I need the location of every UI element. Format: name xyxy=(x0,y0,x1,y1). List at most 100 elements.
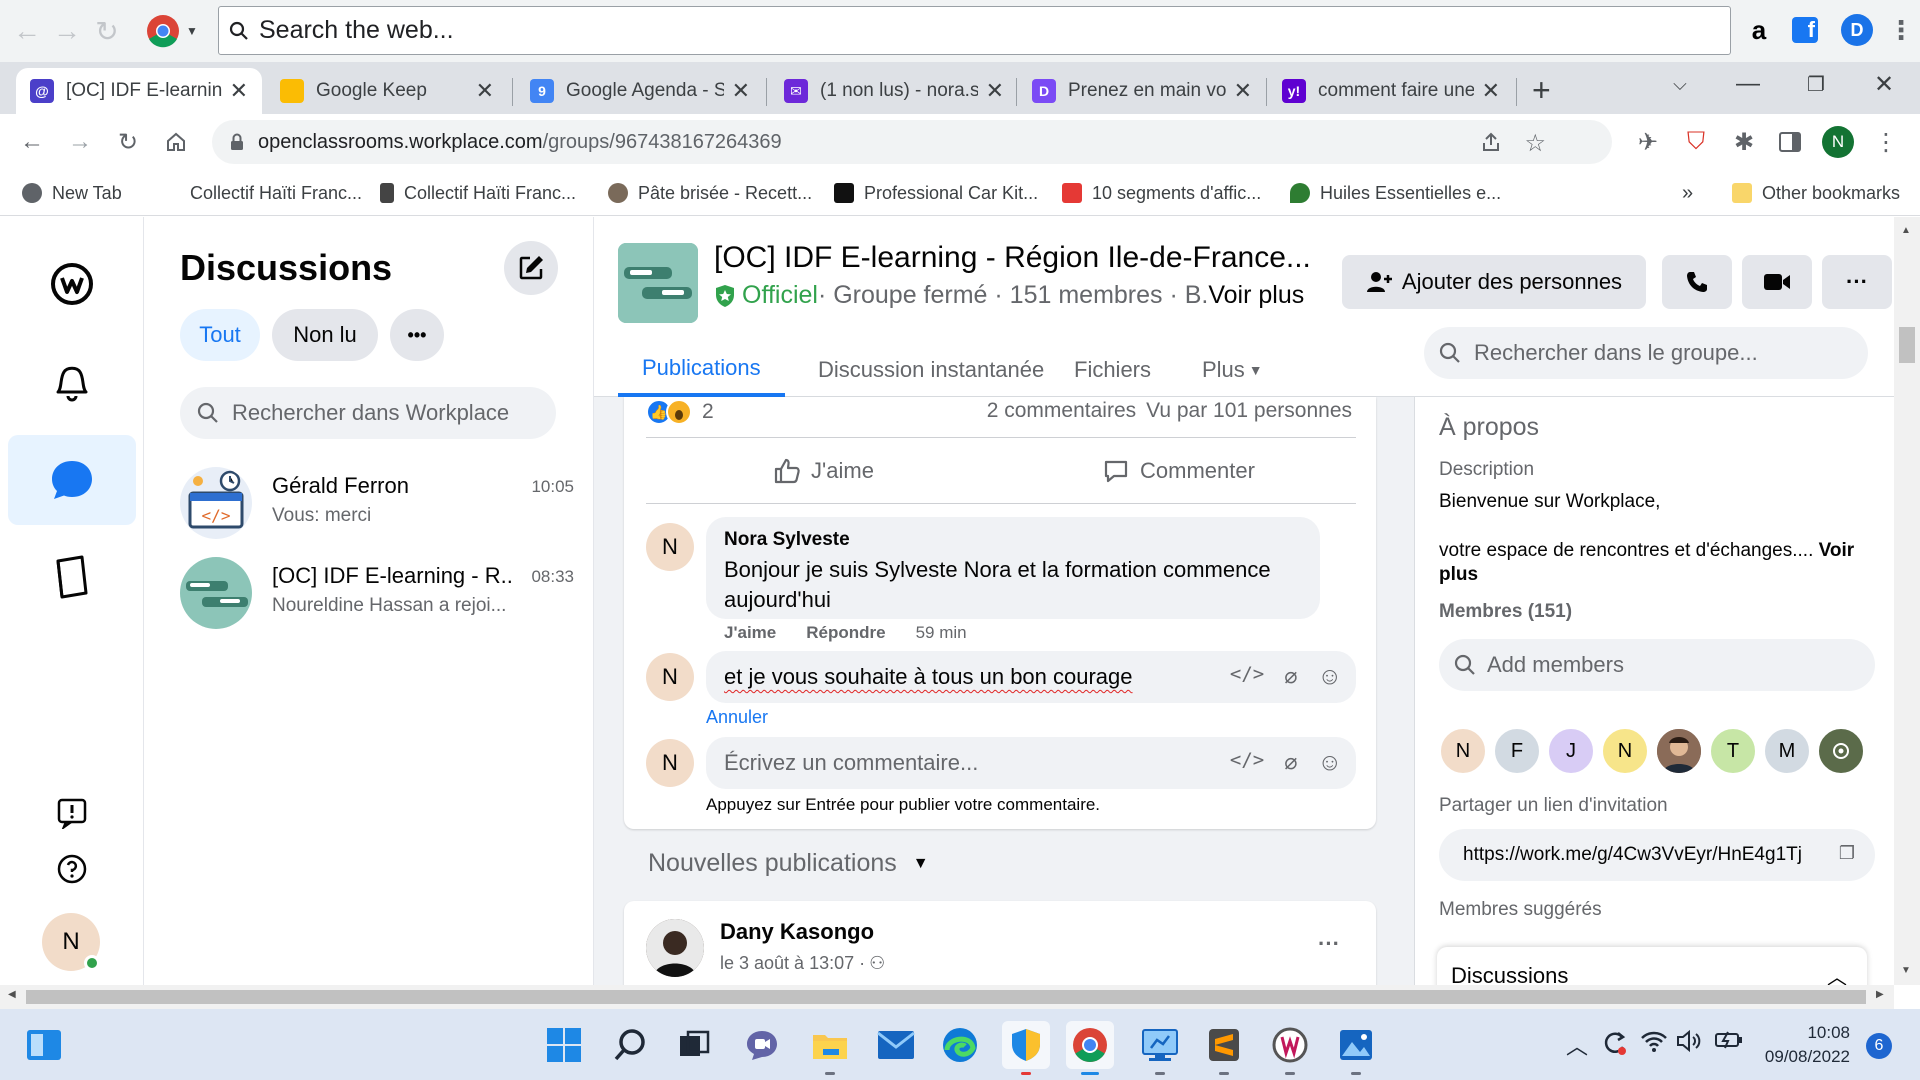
tab-google-keep[interactable]: Google Keep ✕ xyxy=(266,68,508,114)
comments-count-link[interactable]: 2 commentaires xyxy=(987,399,1136,423)
lock-icon[interactable] xyxy=(230,133,244,151)
airplane-extension-icon[interactable]: ✈ xyxy=(1630,124,1666,160)
conversation-item[interactable]: </> Gérald Ferron 10:05 Vous: merci xyxy=(180,467,580,547)
filter-unread[interactable]: Non lu xyxy=(272,309,378,361)
chat-bubble-icon[interactable] xyxy=(8,435,136,525)
restore-icon[interactable]: ❐ xyxy=(1786,62,1846,106)
horizontal-scrollbar[interactable]: ◀ ▶ xyxy=(0,985,1894,1009)
invite-link-box[interactable]: https://work.me/g/4Cw3VvEyr/HnE4g1Tj ❐ xyxy=(1439,829,1875,881)
scroll-up-arrow-icon[interactable]: ▲ xyxy=(1901,225,1911,236)
group-search-input[interactable]: Rechercher dans le groupe... xyxy=(1424,327,1868,379)
remote-desktop-icon[interactable] xyxy=(1136,1021,1184,1075)
code-icon[interactable]: </> xyxy=(1230,663,1264,691)
workplace-home-icon[interactable] xyxy=(8,239,136,329)
notification-badge[interactable]: 6 xyxy=(1866,1033,1892,1059)
tab-instant-discussion[interactable]: Discussion instantanée xyxy=(794,343,1068,397)
comment-avatar[interactable]: N xyxy=(646,523,694,571)
chrome-taskbar-icon[interactable] xyxy=(1066,1021,1114,1075)
close-icon[interactable]: ✕ xyxy=(1234,78,1252,104)
feedback-icon[interactable] xyxy=(56,797,88,829)
task-view-icon[interactable] xyxy=(670,1021,718,1069)
extensions-puzzle-icon[interactable]: ✱ xyxy=(1726,124,1762,160)
post-more-button[interactable]: ··· xyxy=(1318,931,1340,957)
comment-author[interactable]: Nora Sylveste xyxy=(724,529,850,551)
tab-more[interactable]: Plus ▼ xyxy=(1178,343,1287,397)
web-search-box[interactable]: Search the web... xyxy=(218,6,1731,55)
url-bar[interactable]: openclassrooms.workplace.com/groups/9674… xyxy=(212,120,1612,164)
comment-button[interactable]: Commenter xyxy=(1001,441,1356,501)
bookmark-collectif-1[interactable]: Collectif Haïti Franc... xyxy=(160,178,362,208)
tab-google-agenda[interactable]: 9 Google Agenda - S ✕ xyxy=(516,68,764,114)
bookmark-new-tab[interactable]: New Tab xyxy=(22,178,122,208)
member-avatar[interactable]: M xyxy=(1763,727,1811,775)
wamp-server-icon[interactable] xyxy=(1266,1021,1314,1075)
shield-extension-icon[interactable]: ⛉ xyxy=(1678,124,1714,160)
add-members-input[interactable]: Add members xyxy=(1439,639,1875,691)
emoji-icon[interactable]: ☺ xyxy=(1317,749,1342,777)
notifications-bell-icon[interactable] xyxy=(8,337,136,427)
close-icon[interactable]: ✕ xyxy=(986,78,1004,104)
photos-icon[interactable] xyxy=(1332,1021,1380,1075)
reload-icon[interactable]: ↻ xyxy=(92,16,122,47)
member-avatar[interactable]: T xyxy=(1709,727,1757,775)
member-avatar[interactable]: F xyxy=(1493,727,1541,775)
kebab-menu-icon[interactable]: ⋮ xyxy=(1868,124,1904,160)
scroll-thumb[interactable] xyxy=(26,990,1866,1004)
chevron-down-icon[interactable]: ▼ xyxy=(186,24,198,38)
share-icon[interactable] xyxy=(1480,131,1502,153)
sublime-text-icon[interactable] xyxy=(1200,1021,1248,1075)
bookmark-car-kit[interactable]: Professional Car Kit... xyxy=(834,178,1038,208)
attachment-icon[interactable]: ⌀ xyxy=(1284,663,1297,691)
bookmark-pate-brisee[interactable]: Pâte brisée - Recett... xyxy=(608,178,812,208)
group-more-button[interactable]: ··· xyxy=(1822,255,1892,309)
new-comment-input[interactable]: Écrivez un commentaire... </> ⌀ ☺ xyxy=(706,737,1356,789)
close-icon[interactable]: ✕ xyxy=(230,78,248,104)
scroll-left-arrow-icon[interactable]: ◀ xyxy=(8,989,16,1000)
comment-like-link[interactable]: J'aime xyxy=(724,623,776,643)
minimize-icon[interactable]: — xyxy=(1718,62,1778,106)
file-explorer-icon[interactable] xyxy=(806,1021,854,1075)
comment-reply-link[interactable]: Répondre xyxy=(806,623,885,643)
scroll-down-arrow-icon[interactable]: ▼ xyxy=(1901,965,1911,976)
add-people-button[interactable]: Ajouter des personnes xyxy=(1342,255,1646,309)
emoji-icon[interactable]: ☺ xyxy=(1317,663,1342,691)
attachment-icon[interactable]: ⌀ xyxy=(1284,749,1297,777)
member-avatar-logo[interactable] xyxy=(1817,727,1865,775)
bookmark-segments[interactable]: 10 segments d'affic... xyxy=(1062,178,1261,208)
tab-mail[interactable]: ✉ (1 non lus) - nora.sy ✕ xyxy=(770,68,1018,114)
comment-avatar[interactable]: N xyxy=(646,653,694,701)
teams-chat-icon[interactable] xyxy=(738,1021,786,1069)
help-icon[interactable] xyxy=(56,853,88,885)
amazon-icon[interactable]: a xyxy=(1742,13,1776,47)
tab-search-chevron-icon[interactable]: ⌵ xyxy=(1650,62,1710,106)
workplace-search-input[interactable]: Rechercher dans Workplace xyxy=(180,387,556,439)
vertical-scrollbar[interactable]: ▲ ▼ xyxy=(1894,217,1920,985)
conversation-item[interactable]: [OC] IDF E-learning - R... 08:33 Noureld… xyxy=(180,557,580,637)
window-close-icon[interactable]: ✕ xyxy=(1854,62,1914,106)
search-icon[interactable] xyxy=(606,1021,654,1069)
bookmarks-overflow[interactable]: » xyxy=(1682,178,1693,208)
kebab-menu-icon[interactable]: ⋮ xyxy=(1884,13,1918,47)
facebook-icon[interactable]: f xyxy=(1788,13,1822,47)
copy-icon[interactable]: ❐ xyxy=(1839,843,1855,864)
new-publications-sort[interactable]: Nouvelles publications ▼ xyxy=(648,849,929,878)
profile-avatar[interactable]: N xyxy=(1820,124,1856,160)
battery-icon[interactable] xyxy=(1714,1029,1744,1051)
post-author[interactable]: Dany Kasongo xyxy=(720,919,874,945)
seen-by-link[interactable]: Vu par 101 personnes xyxy=(1146,399,1352,423)
chevron-up-icon[interactable]: ︿ xyxy=(1827,961,1847,985)
bookmark-other[interactable]: Other bookmarks xyxy=(1732,178,1900,208)
home-icon[interactable] xyxy=(158,124,194,160)
like-button[interactable]: J'aime xyxy=(646,441,1001,501)
edge-icon[interactable] xyxy=(936,1021,984,1069)
member-avatar-photo[interactable] xyxy=(1655,727,1703,775)
close-icon[interactable]: ✕ xyxy=(732,78,750,104)
security-shield-icon[interactable] xyxy=(1002,1021,1050,1075)
reactions-summary[interactable]: 👍 2 xyxy=(646,399,714,425)
scroll-right-arrow-icon[interactable]: ▶ xyxy=(1876,989,1884,1000)
bookmark-huiles[interactable]: Huiles Essentielles e... xyxy=(1290,178,1501,208)
comment-avatar[interactable]: N xyxy=(646,739,694,787)
back-icon[interactable]: ← xyxy=(12,15,42,46)
tab-publications[interactable]: Publications xyxy=(618,343,785,397)
filter-all[interactable]: Tout xyxy=(180,309,260,361)
